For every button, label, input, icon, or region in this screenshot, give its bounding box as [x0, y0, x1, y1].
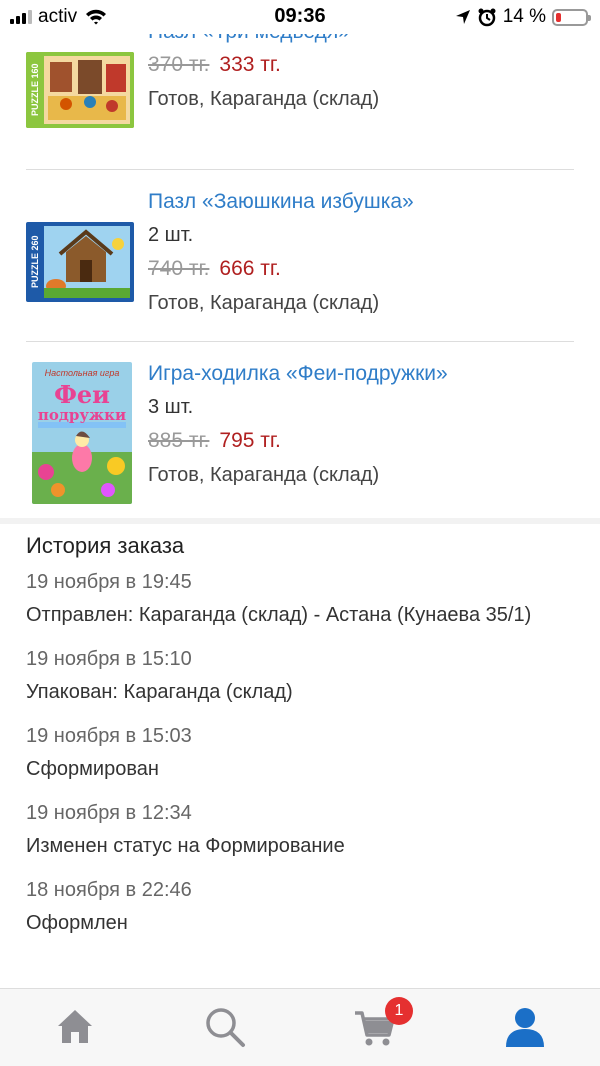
new-price: 666 тг.: [219, 257, 281, 280]
divider: [26, 169, 574, 170]
alarm-icon: [478, 8, 496, 27]
history-title: История заказа: [26, 533, 185, 558]
order-item[interactable]: PUZZLE 160 Пазл «Три медведя» 370 тг.333…: [26, 16, 574, 146]
new-price: 333 тг.: [219, 53, 281, 76]
battery-icon: [552, 8, 591, 26]
new-price: 795 тг.: [219, 429, 281, 452]
history-date: 19 ноября в 15:10: [26, 648, 192, 670]
tab-cart[interactable]: 1: [300, 989, 450, 1066]
history-text: Отправлен: Караганда (склад) - Астана (К…: [26, 604, 532, 626]
product-price: 885 тг. 795 тг.: [148, 424, 578, 458]
game-subtitle: Настольная игра: [44, 368, 120, 378]
battery-label: 14 %: [502, 6, 546, 27]
profile-icon: [506, 1008, 544, 1047]
divider: [26, 341, 574, 342]
tab-home[interactable]: [0, 989, 150, 1066]
product-title[interactable]: Игра-ходилка «Феи-подружки»: [148, 358, 578, 390]
product-image-label: PUZZLE 160: [30, 63, 40, 117]
history-date: 19 ноября в 12:34: [26, 802, 192, 824]
location-icon: [455, 10, 470, 24]
search-icon: [206, 1008, 245, 1047]
tab-bar: 1: [0, 988, 600, 1066]
product-image[interactable]: PUZZLE 260: [26, 222, 134, 302]
product-image[interactable]: PUZZLE 160: [26, 52, 134, 128]
history-entry: 18 ноября в 22:46 Оформлен: [26, 874, 586, 937]
history-text: Изменен статус на Формирование: [26, 835, 345, 857]
history-text: Упакован: Караганда (склад): [26, 681, 293, 703]
order-history: История заказа 19 ноября в 19:45 Отправл…: [26, 530, 586, 937]
status-right: 14 %: [455, 6, 591, 28]
old-price: 370 тг.: [148, 53, 210, 76]
product-quantity: 3 шт.: [148, 396, 194, 418]
product-quantity: 2 шт.: [148, 224, 194, 246]
product-image-label: PUZZLE 260: [30, 235, 40, 289]
old-price: 885 тг.: [148, 429, 210, 452]
stock-status: Готов, Караганда (склад): [148, 292, 380, 314]
product-price: 740 тг. 666 тг.: [148, 252, 578, 286]
history-entry: 19 ноября в 12:34 Изменен статус на Форм…: [26, 797, 586, 860]
product-image[interactable]: Настольная игра Феи подружки: [32, 362, 132, 504]
status-bar: activ 09:36 14 %: [0, 0, 600, 34]
product-title[interactable]: Пазл «Заюшкина избушка»: [148, 186, 578, 218]
history-text: Сформирован: [26, 758, 159, 780]
game-title-line-1: Феи: [54, 380, 110, 409]
stock-status: Готов, Караганда (склад): [148, 88, 380, 110]
section-separator: [0, 518, 600, 524]
history-entry: 19 ноября в 15:10 Упакован: Караганда (с…: [26, 643, 586, 706]
game-title-line-2: подружки: [37, 406, 127, 424]
history-date: 18 ноября в 22:46: [26, 879, 192, 901]
history-date: 19 ноября в 15:03: [26, 725, 192, 747]
stock-status: Готов, Караганда (склад): [148, 464, 380, 486]
order-item[interactable]: PUZZLE 260 Пазл «Заюшкина избушка» 2 шт.…: [26, 186, 574, 336]
home-icon: [58, 1010, 92, 1043]
history-entry: 19 ноября в 19:45 Отправлен: Караганда (…: [26, 566, 586, 629]
tab-search[interactable]: [150, 989, 300, 1066]
history-text: Оформлен: [26, 912, 128, 934]
order-item[interactable]: Настольная игра Феи подружки Игра-ходилк…: [26, 358, 574, 508]
history-date: 19 ноября в 19:45: [26, 571, 192, 593]
old-price: 740 тг.: [148, 257, 210, 280]
cart-badge: 1: [385, 997, 413, 1025]
history-entry: 19 ноября в 15:03 Сформирован: [26, 720, 586, 783]
product-price: 370 тг. 333 тг.: [148, 48, 578, 82]
tab-profile[interactable]: [450, 989, 600, 1066]
